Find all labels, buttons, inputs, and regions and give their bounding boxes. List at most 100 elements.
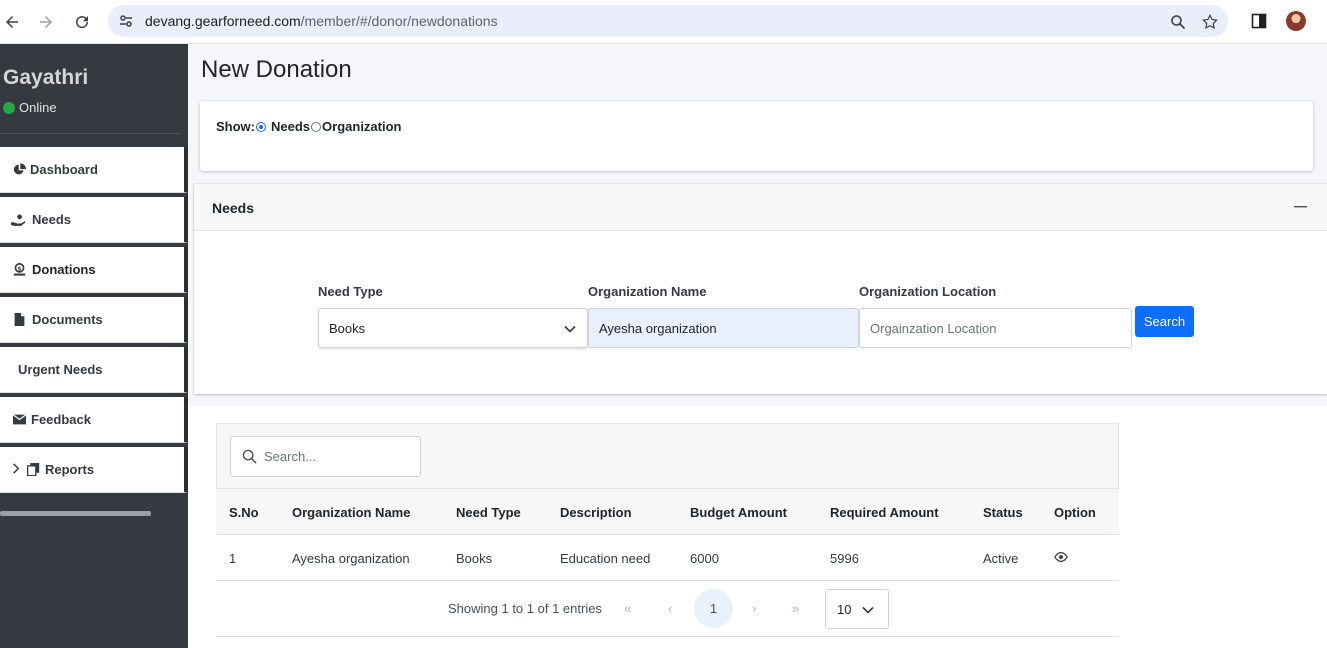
donate-icon: $ — [12, 263, 26, 277]
sidebar-item-label: Urgent Needs — [18, 362, 103, 377]
chevron-right-icon — [12, 462, 20, 477]
org-name-label: Organization Name — [588, 284, 707, 299]
page-size-value: 10 — [837, 601, 852, 617]
sidebar-item-label: Dashboard — [30, 162, 98, 177]
cell-org-name: Ayesha organization — [292, 551, 410, 566]
sidebar-item-reports[interactable]: Reports — [0, 447, 188, 493]
next-page-button[interactable]: › — [752, 601, 756, 616]
current-page-button[interactable]: 1 — [694, 589, 733, 628]
reload-button[interactable] — [70, 10, 94, 34]
minus-icon[interactable] — [1293, 200, 1307, 214]
needs-radio-label[interactable]: Needs — [271, 119, 310, 134]
status-text: Online — [19, 100, 57, 115]
table-toolbar: Search... — [216, 423, 1119, 489]
address-bar[interactable]: devang.gearforneed.com/member/#/donor/ne… — [108, 5, 1228, 37]
last-page-button[interactable]: » — [792, 601, 799, 616]
main-content: New Donation Show: Needs Organization Ne… — [188, 44, 1327, 648]
cell-status: Active — [983, 551, 1019, 566]
table-search-placeholder: Search... — [264, 449, 317, 464]
user-status: Online — [3, 100, 57, 115]
organization-radio-label[interactable]: Organization — [322, 119, 401, 134]
needs-panel-header: Needs — [194, 184, 1327, 231]
sidebar-item-needs[interactable]: Needs — [0, 197, 188, 243]
url-path: /member/#/donor/newdonations — [300, 13, 498, 29]
sidebar-item-donations[interactable]: $ Donations — [0, 247, 188, 293]
cell-budget: 6000 — [690, 551, 719, 566]
needs-panel-title: Needs — [212, 200, 255, 216]
sidebar-item-label: Feedback — [31, 412, 91, 427]
url-host: devang.gearforneed.com — [145, 13, 301, 29]
avatar — [1286, 11, 1306, 31]
need-type-value: Books — [329, 320, 366, 336]
column-header[interactable]: Organization Name — [292, 505, 410, 520]
page-title: New Donation — [201, 56, 352, 83]
hand-holding-icon — [11, 213, 25, 227]
zoom-icon[interactable] — [1168, 12, 1188, 32]
needs-radio[interactable] — [256, 121, 266, 132]
pie-chart-icon — [12, 163, 26, 177]
sidebar-item-feedback[interactable]: Feedback — [0, 397, 188, 443]
show-label: Show: — [216, 119, 255, 134]
results-table: Search... S.No Organization Name Need Ty… — [216, 423, 1119, 648]
prev-page-button[interactable]: ‹ — [668, 601, 672, 616]
arrow-right-icon — [40, 16, 52, 28]
column-header[interactable]: Required Amount — [830, 505, 939, 520]
url-text: devang.gearforneed.com/member/#/donor/ne… — [145, 13, 498, 29]
chevron-down-icon — [564, 325, 576, 333]
cell-sno: 1 — [229, 551, 237, 566]
org-location-input[interactable]: Orgainzation Location — [859, 308, 1132, 348]
first-page-button[interactable]: « — [624, 601, 631, 616]
column-header[interactable]: Description — [560, 505, 632, 520]
pagination-info: Showing 1 to 1 of 1 entries — [448, 601, 602, 616]
back-button[interactable] — [0, 10, 24, 34]
cell-required: 5996 — [830, 551, 859, 566]
org-name-input[interactable]: Ayesha organization — [588, 308, 859, 348]
arrow-left-icon — [6, 16, 18, 28]
star-icon[interactable] — [1200, 12, 1220, 32]
show-filter: Show: Needs Organization — [216, 119, 401, 134]
sidebar-item-urgent-needs[interactable]: Urgent Needs — [0, 347, 188, 393]
results-section: Search... S.No Organization Name Need Ty… — [188, 406, 1327, 648]
needs-panel: Needs Need Type Books Organization Name … — [194, 184, 1327, 394]
browser-toolbar: devang.gearforneed.com/member/#/donor/ne… — [0, 0, 1327, 44]
online-status-icon — [3, 101, 15, 114]
sidebar-item-label: Documents — [32, 312, 103, 327]
search-button[interactable]: Search — [1135, 306, 1194, 337]
sidebar-item-label: Needs — [32, 212, 72, 227]
sidebar-item-dashboard[interactable]: Dashboard — [0, 147, 188, 193]
sidebar-divider — [0, 133, 182, 134]
page-size-select[interactable]: 10 — [825, 589, 889, 629]
organization-radio[interactable] — [311, 121, 322, 132]
side-panel-icon[interactable] — [1248, 10, 1270, 32]
table-row: 1 Ayesha organization Books Education ne… — [216, 535, 1119, 581]
need-type-label: Need Type — [318, 284, 383, 299]
org-location-placeholder: Orgainzation Location — [870, 320, 997, 336]
org-location-label: Organization Location — [859, 284, 997, 299]
sidebar-item-label: Donations — [32, 262, 96, 277]
site-settings-icon[interactable] — [116, 11, 136, 31]
forward-button[interactable] — [34, 10, 58, 34]
pagination: Showing 1 to 1 of 1 entries « ‹ 1 › » 10 — [216, 581, 1119, 637]
profile-avatar[interactable] — [1285, 10, 1307, 32]
need-type-select[interactable]: Books — [318, 308, 588, 348]
user-name: Gayathri — [3, 66, 89, 89]
org-name-value: Ayesha organization — [599, 320, 717, 336]
column-header[interactable]: Budget Amount — [690, 505, 787, 520]
svg-text:$: $ — [17, 266, 21, 272]
sidebar-scrollbar[interactable] — [0, 511, 151, 516]
file-icon — [12, 313, 26, 327]
copy-icon — [26, 463, 40, 477]
table-search-input[interactable]: Search... — [230, 436, 421, 477]
table-header: S.No Organization Name Need Type Descrip… — [216, 489, 1119, 535]
column-header[interactable]: Status — [983, 505, 1023, 520]
column-header[interactable]: Need Type — [456, 505, 521, 520]
eye-icon[interactable] — [1054, 550, 1068, 564]
cell-need-type: Books — [456, 551, 493, 566]
sidebar-item-documents[interactable]: Documents — [0, 297, 188, 343]
envelope-icon — [12, 413, 26, 427]
sidebar-item-label: Reports — [45, 462, 95, 477]
column-header: Option — [1054, 505, 1096, 520]
column-header[interactable]: S.No — [229, 505, 259, 520]
sidebar: Gayathri Online Dashboard Needs $ Donati… — [0, 44, 188, 648]
reload-icon — [76, 16, 89, 29]
